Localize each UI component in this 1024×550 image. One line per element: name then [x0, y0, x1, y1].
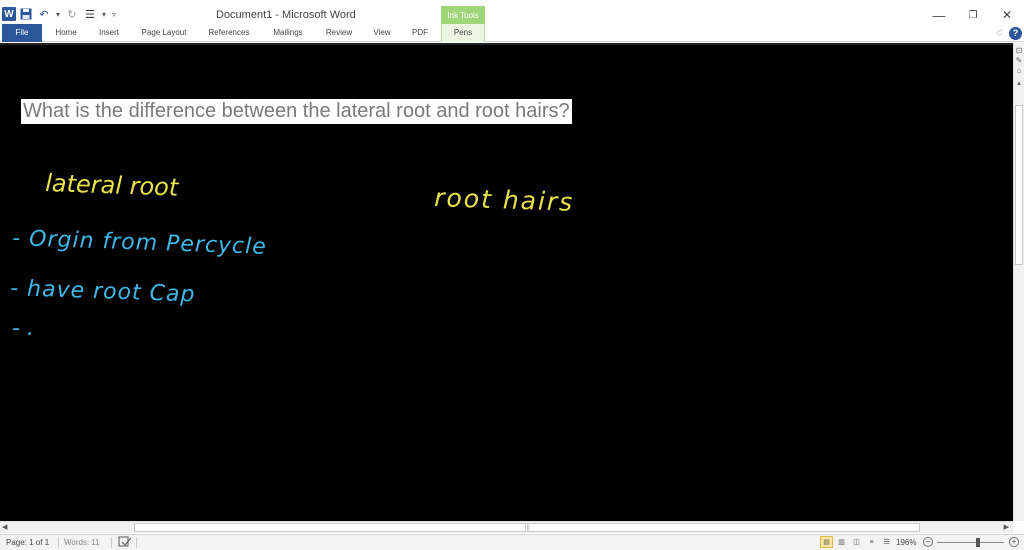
tab-pdf[interactable]: PDF — [406, 24, 434, 42]
redo-icon[interactable]: ↻ — [64, 6, 80, 22]
tab-file[interactable]: File — [2, 24, 42, 42]
ink-heading-root-hairs: root hairs — [434, 183, 575, 217]
ink-note-empty-bullet: - . — [12, 316, 34, 341]
scroll-right-icon[interactable]: ▶ — [1004, 523, 1009, 531]
tab-review[interactable]: Review — [320, 24, 358, 42]
zoom-in-icon[interactable]: + — [1009, 537, 1019, 547]
zoom-out-icon[interactable]: − — [923, 537, 933, 547]
title-bar: W ↶ ▾ ↻ ☰ ▾ ▿ Document1 - Microsoft Word… — [0, 0, 1024, 26]
draft-icon[interactable]: ☰ — [880, 536, 893, 548]
ink-tools-contextual-header: Ink Tools — [441, 6, 485, 26]
word-logo-icon[interactable]: W — [2, 7, 16, 21]
bullets-icon[interactable]: ☰ — [82, 6, 98, 22]
ruler-toggle-icon[interactable]: ⊡ — [1014, 45, 1024, 55]
save-icon[interactable] — [18, 6, 34, 22]
full-screen-reading-icon[interactable]: ▥ — [835, 536, 848, 548]
tab-home[interactable]: Home — [48, 24, 84, 42]
ink-pen-icon[interactable]: ✎ — [1014, 55, 1024, 65]
outline-icon[interactable]: ≡ — [865, 536, 878, 548]
document-canvas[interactable]: What is the difference between the later… — [0, 43, 1013, 521]
status-divider — [58, 537, 59, 548]
scroll-grip-icon: ||| — [525, 525, 530, 531]
status-divider — [111, 537, 112, 548]
status-bar: Page: 1 of 1 Words: 11 ▤ ▥ ◫ ≡ ☰ 196% − … — [0, 534, 1024, 550]
tab-insert[interactable]: Insert — [92, 24, 126, 42]
horizontal-scroll-thumb[interactable]: ||| — [134, 523, 920, 532]
window-title: Document1 - Microsoft Word — [216, 9, 356, 21]
tab-pens[interactable]: Pens — [443, 24, 483, 42]
print-layout-icon[interactable]: ▤ — [820, 536, 833, 548]
customize-qat-icon[interactable]: ▿ — [110, 6, 118, 22]
vertical-scroll-thumb[interactable] — [1015, 105, 1023, 265]
scroll-up-icon[interactable]: ▲ — [1015, 81, 1023, 89]
undo-dropdown-icon[interactable]: ▾ — [54, 6, 62, 22]
ink-note-origin: - Orgin from Percycle — [12, 226, 267, 260]
tab-references[interactable]: References — [202, 24, 256, 42]
scroll-left-icon[interactable]: ◀ — [2, 523, 7, 531]
ink-note-root-cap: - have root Cap — [10, 276, 196, 307]
tab-page-layout[interactable]: Page Layout — [136, 24, 192, 42]
zoom-slider-thumb[interactable] — [976, 538, 980, 547]
ribbon-tab-row: File Home Insert Page Layout References … — [0, 24, 1024, 42]
page-count[interactable]: Page: 1 of 1 — [6, 538, 49, 547]
eraser-icon[interactable]: ⌂ — [1014, 65, 1024, 75]
tab-mailings[interactable]: Mailings — [265, 24, 311, 42]
word-count[interactable]: Words: 11 — [64, 538, 100, 547]
bullets-dropdown-icon[interactable]: ▾ — [100, 6, 108, 22]
view-buttons: ▤ ▥ ◫ ≡ ☰ — [820, 536, 893, 548]
proofing-icon[interactable] — [118, 536, 132, 550]
status-divider — [136, 537, 137, 548]
ink-annotations: lateral root root hairs - Orgin from Per… — [10, 169, 575, 341]
minimize-ribbon-icon[interactable]: ♡ — [996, 29, 1003, 38]
vertical-scrollbar[interactable]: ⊡ ✎ ⌂ ▲ — [1013, 43, 1024, 521]
web-layout-icon[interactable]: ◫ — [850, 536, 863, 548]
zoom-slider-track[interactable] — [937, 542, 1004, 543]
horizontal-scrollbar[interactable]: ◀ ||| ▶ — [0, 521, 1013, 533]
undo-icon[interactable]: ↶ — [36, 6, 52, 22]
quick-access-toolbar: W ↶ ▾ ↻ ☰ ▾ ▿ — [2, 5, 118, 23]
ink-heading-lateral-root: lateral root — [45, 169, 181, 202]
help-icon[interactable]: ? — [1009, 26, 1022, 40]
tab-view[interactable]: View — [367, 24, 397, 42]
zoom-level[interactable]: 196% — [896, 538, 916, 547]
